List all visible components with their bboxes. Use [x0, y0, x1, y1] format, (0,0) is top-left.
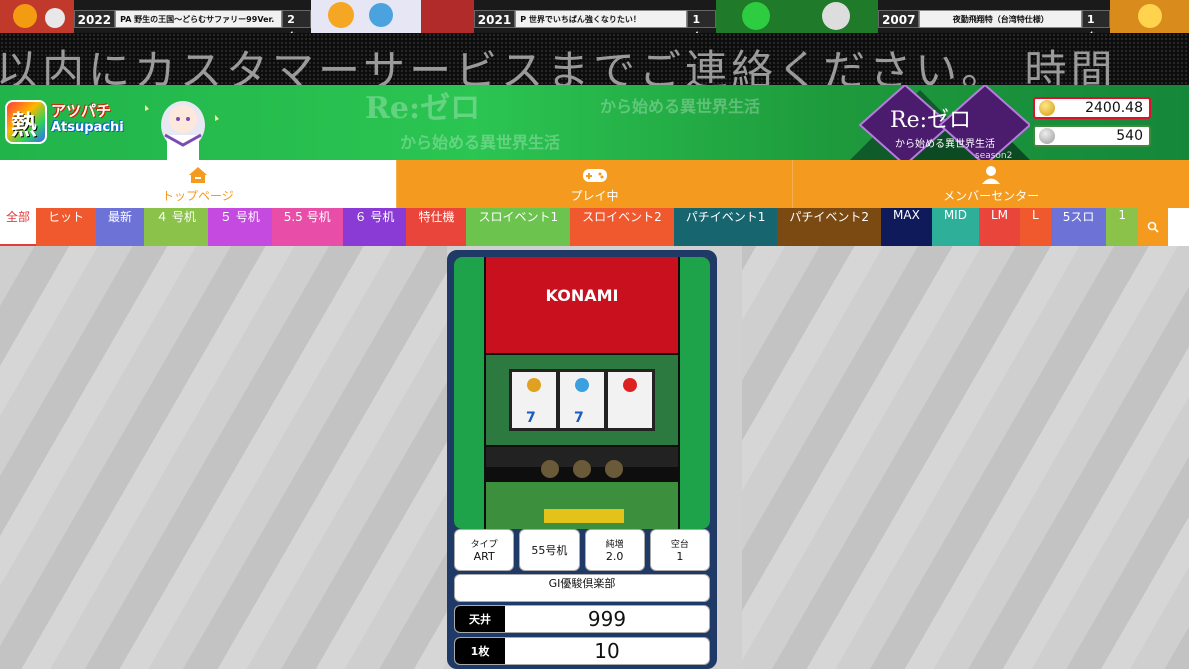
category-tab[interactable]: 最新 — [96, 208, 145, 246]
category-tabs: 全部 ヒット 最新 ４ 号机 ５ 号机 5.5 号机 ６ 号机 特仕機 スロイベント1 スロイベン… — [0, 208, 1189, 246]
category-tab[interactable]: ４ 号机 — [144, 208, 208, 246]
nav-top-page[interactable]: トップページ — [0, 160, 396, 208]
silver-balance-value: 540 — [1116, 128, 1143, 144]
banner-background-title: Re:ゼロ から始める異世界生活 から始める異世界生活 — [365, 91, 761, 152]
promo-title: Re:ゼロ — [890, 108, 971, 133]
nav-label: プレイ中 — [570, 188, 619, 203]
nav-playing[interactable]: プレイ中 — [395, 160, 793, 208]
ticker-name: P 世界でいちばん強くなりたい！ — [515, 10, 688, 28]
category-tab[interactable]: ５ 号机 — [207, 208, 272, 246]
ticker-year: 2021 — [473, 10, 516, 28]
machine-thumbnail — [0, 0, 74, 33]
ticker-name: PA 野生の王国～どらむサファリー99Ver. — [115, 10, 283, 28]
category-tab[interactable]: 全部 — [0, 208, 37, 246]
machine-card[interactable]: KONAMI 7 7 タイプ ART 55号机 純増 2.0 空台 1 GI優駿… — [447, 250, 717, 669]
header-banner: 熱 アツパチ Atsupachi Re:ゼロ から始める異世界生活 から始める異… — [0, 85, 1189, 160]
machine-name: GI優駿倶楽部 — [454, 574, 710, 602]
gold-balance-value: 2400.48 — [1085, 100, 1143, 116]
stat-value: 1 — [676, 550, 684, 563]
stat-label: 空台 — [670, 540, 689, 550]
ticker-item[interactable]: 2007 夜勤飛翔特（台湾特仕様） 1台 — [715, 0, 1189, 33]
ticker-count: 2台 — [282, 10, 311, 33]
category-tab[interactable]: パチイベント2 — [777, 208, 882, 246]
ceiling-label: 天井 — [455, 606, 505, 632]
stat-value: 55号机 — [531, 544, 568, 557]
machine-thumbnail — [310, 0, 474, 33]
machine-ticker: 2022 PA 野生の王国～どらむサファリー99Ver. 2台 2021 P 世… — [0, 0, 1189, 33]
stat-rate: 純増 2.0 — [584, 529, 645, 571]
user-icon — [982, 165, 1001, 184]
stat-value: ART — [473, 550, 495, 563]
ticker-count: 1台 — [687, 10, 716, 33]
category-tab[interactable]: MAX — [881, 208, 932, 246]
per-coin-value: 10 — [594, 639, 620, 663]
ceiling-value: 999 — [587, 607, 627, 631]
stat-value: 2.0 — [605, 550, 624, 563]
logo-mark: 熱 — [5, 100, 47, 144]
per-coin-row: 1枚 10 — [454, 637, 710, 665]
silver-balance: 540 — [1033, 125, 1151, 147]
nav-label: メンバーセンター — [943, 188, 1040, 203]
announcement-marquee: 以内にカスタマーサービスまでご連絡ください。 時間 — [0, 33, 1189, 85]
category-tab[interactable]: パチイベント1 — [673, 208, 778, 246]
category-tab[interactable]: ヒット — [36, 208, 97, 246]
mascot-character — [145, 101, 219, 160]
category-tab[interactable]: L — [1020, 208, 1051, 246]
silver-coin-icon — [1039, 128, 1055, 144]
ticker-name: 夜勤飛翔特（台湾特仕様） — [919, 10, 1082, 28]
svg-text:7: 7 — [526, 410, 536, 426]
ticker-item[interactable]: 2021 P 世界でいちばん強くなりたい！ 1台 — [310, 0, 716, 33]
search-button[interactable] — [1137, 208, 1168, 246]
nav-member-center[interactable]: メンバーセンター — [792, 160, 1189, 208]
logo-name-jp: アツパチ — [51, 102, 112, 120]
gold-balance: 2400.48 — [1033, 97, 1151, 119]
ticker-year: 2022 — [73, 10, 116, 28]
machine-thumbnail — [1110, 0, 1189, 33]
category-tab[interactable]: MID — [931, 208, 979, 246]
gamepad-icon — [582, 168, 607, 182]
per-coin-label: 1枚 — [455, 638, 505, 664]
stat-label: 純増 — [605, 540, 624, 550]
machine-stats: タイプ ART 55号机 純増 2.0 空台 1 — [454, 529, 710, 571]
machine-thumbnail — [715, 0, 879, 33]
home-icon — [188, 166, 207, 183]
stat-label: タイプ — [470, 540, 498, 550]
main-nav: トップページ プレイ中 メンバーセンター — [0, 160, 1189, 208]
rezero-promo-logo[interactable]: Re:ゼロ から始める異世界生活 season2 — [790, 85, 1030, 160]
category-tab[interactable]: 特仕機 — [406, 208, 467, 246]
ticker-item[interactable]: 2022 PA 野生の王国～どらむサファリー99Ver. 2台 — [0, 0, 311, 33]
logo-name-en: Atsupachi — [51, 120, 124, 135]
stat-free: 空台 1 — [649, 529, 710, 571]
marquee-text: 以内にカスタマーサービスまでご連絡ください。 時間 — [0, 46, 1117, 85]
svg-text:7: 7 — [574, 410, 584, 426]
ceiling-row: 天井 999 — [454, 605, 710, 633]
promo-season: season2 — [975, 151, 1012, 160]
category-tab[interactable]: スロイベント1 — [466, 208, 571, 246]
promo-subtitle: から始める異世界生活 — [895, 137, 995, 150]
category-tab[interactable]: 5スロ — [1050, 208, 1107, 246]
gold-coin-icon — [1039, 100, 1055, 116]
category-tab[interactable]: 1 — [1106, 208, 1138, 246]
stat-type: タイプ ART — [454, 529, 515, 571]
maker-label: KONAMI — [546, 286, 619, 305]
category-tab[interactable]: スロイベント2 — [570, 208, 674, 246]
machine-image[interactable]: KONAMI 7 7 — [454, 257, 710, 529]
category-tab[interactable]: LM — [978, 208, 1020, 246]
stat-spec: 55号机 — [519, 529, 580, 571]
category-tab[interactable]: ６ 号机 — [342, 208, 407, 246]
ticker-count: 1台 — [1081, 10, 1111, 33]
search-icon — [1147, 221, 1159, 233]
ticker-year: 2007 — [878, 10, 920, 28]
nav-label: トップページ — [161, 188, 234, 203]
category-tab[interactable]: 5.5 号机 — [271, 208, 343, 246]
site-logo[interactable]: 熱 アツパチ Atsupachi — [3, 98, 124, 148]
